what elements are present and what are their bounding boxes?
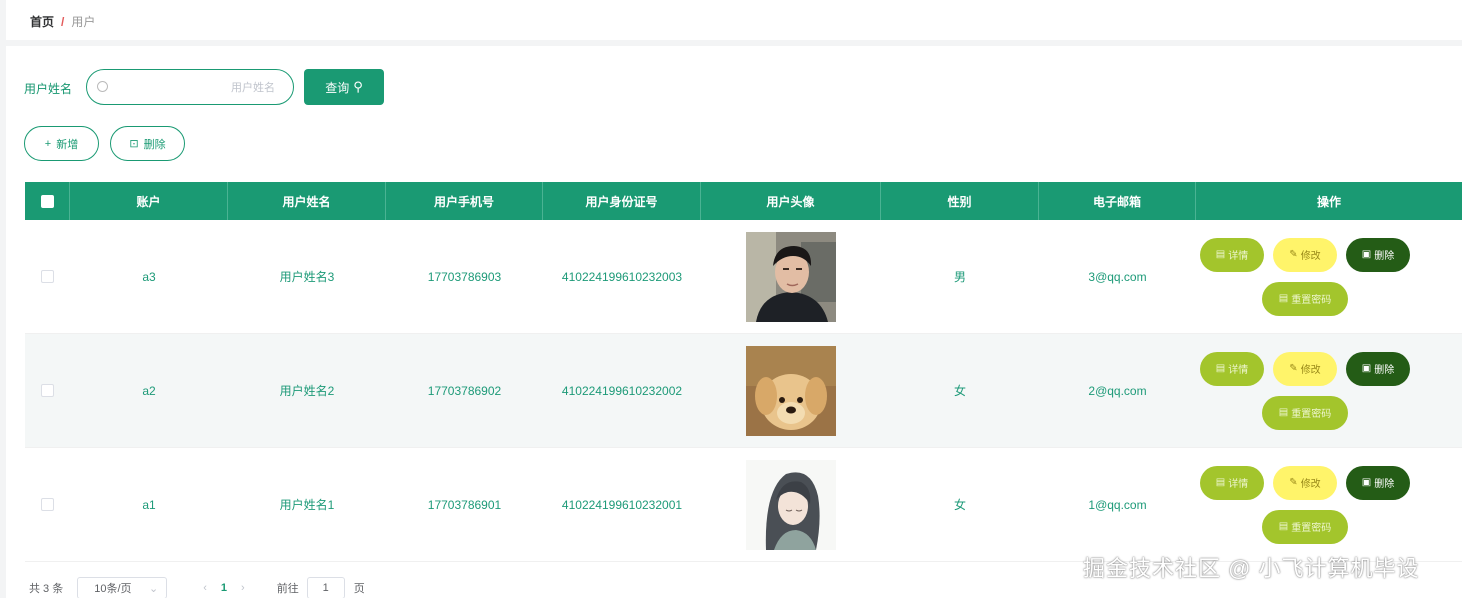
query-button-label: 查询	[325, 80, 350, 95]
email-cell: 3@qq.com	[1088, 269, 1147, 284]
id-card-cell: 410224199610232002	[561, 383, 683, 398]
delete-button[interactable]: ▣ 删除	[1346, 237, 1410, 272]
next-page-icon[interactable]: ›	[241, 582, 245, 594]
edit-button[interactable]: ✎ 修改	[1273, 351, 1337, 386]
key-icon: ▤	[1278, 521, 1289, 532]
search-label: 用户姓名	[24, 82, 73, 96]
phone-cell: 17703786903	[427, 269, 502, 284]
account-cell: a2	[142, 383, 156, 398]
batch-delete-button[interactable]: ⊡ 删除	[110, 126, 185, 161]
key-icon: ▤	[1278, 293, 1289, 304]
account-cell: a1	[142, 497, 156, 512]
avatar-puppy	[746, 345, 836, 436]
column-header: 账户	[70, 182, 228, 220]
gender-cell: 女	[953, 384, 966, 398]
row-checkbox[interactable]	[41, 498, 54, 511]
batch-delete-button-label: 删除	[143, 138, 166, 151]
search-input[interactable]	[115, 78, 275, 98]
page-size-select[interactable]: 10条/页 ⌄	[77, 577, 168, 598]
select-all-checkbox[interactable]	[40, 194, 54, 208]
email-cell: 2@qq.com	[1088, 383, 1147, 398]
plus-icon: +	[44, 137, 52, 150]
reset-password-button[interactable]: ▤ 重置密码	[1262, 281, 1348, 316]
detail-button[interactable]: ▤ 详情	[1200, 237, 1264, 272]
table-header: 账户 用户姓名 用户手机号 用户身份证号 用户头像 性别 电子邮箱 操作	[25, 182, 1462, 220]
add-button[interactable]: + 新增	[24, 126, 99, 161]
name-cell: 用户姓名3	[279, 270, 335, 284]
column-header: 用户头像	[701, 182, 881, 220]
key-icon: ▤	[1278, 407, 1289, 418]
id-card-cell: 410224199610232001	[561, 497, 683, 512]
row-actions: ▤ 详情 ✎ 修改 ▣ 删除 ▤ 重置密码	[1196, 220, 1462, 334]
avatar-anime-girl	[746, 459, 836, 550]
gender-cell: 女	[953, 498, 966, 512]
prev-page-icon[interactable]: ‹	[203, 582, 207, 594]
detail-icon: ▤	[1215, 249, 1226, 260]
name-cell: 用户姓名2	[279, 384, 335, 398]
header-select-all[interactable]	[25, 182, 70, 220]
name-cell: 用户姓名1	[279, 498, 335, 512]
column-header: 性别	[881, 182, 1039, 220]
table-row: a1 用户姓名1 17703786901 410224199610232001 …	[25, 448, 1462, 562]
phone-cell: 17703786902	[427, 383, 502, 398]
row-actions: ▤ 详情 ✎ 修改 ▣ 删除 ▤ 重置密码	[1196, 448, 1462, 562]
page-size-value: 10条/页	[94, 583, 132, 595]
gender-cell: 男	[953, 270, 966, 284]
email-cell: 1@qq.com	[1088, 497, 1147, 512]
watermark: 掘金技术社区 @ 小飞计算机毕设	[1083, 556, 1420, 581]
pencil-icon: ✎	[1289, 249, 1298, 260]
phone-cell: 17703786901	[427, 497, 502, 512]
page-number-current[interactable]: 1	[221, 582, 227, 594]
breadcrumb-home[interactable]: 首页	[30, 15, 54, 29]
table-row: a2 用户姓名2 17703786902 410224199610232002 …	[25, 334, 1462, 448]
id-card-cell: 410224199610232003	[561, 269, 683, 284]
row-checkbox[interactable]	[41, 270, 54, 283]
goto-page-input[interactable]: 1	[306, 577, 345, 598]
query-button[interactable]: 查询 ⚲	[304, 69, 384, 105]
reset-password-button[interactable]: ▤ 重置密码	[1262, 509, 1348, 544]
pencil-icon: ✎	[1289, 363, 1298, 374]
column-header: 操作	[1316, 194, 1341, 209]
edit-button[interactable]: ✎ 修改	[1273, 465, 1337, 500]
trash-icon: ⊡	[129, 138, 139, 150]
detail-button[interactable]: ▤ 详情	[1200, 465, 1264, 500]
add-button-label: 新增	[56, 138, 79, 151]
goto-label: 前往	[276, 583, 299, 595]
column-header: 用户手机号	[386, 182, 543, 220]
pagination: 共 3 条 10条/页 ⌄ ‹ 1 › 前往 1 页	[29, 577, 365, 598]
breadcrumb-separator: /	[61, 15, 65, 29]
detail-button[interactable]: ▤ 详情	[1200, 351, 1264, 386]
pagination-total: 共 3 条	[29, 583, 64, 595]
column-header: 用户身份证号	[543, 182, 701, 220]
page-suffix: 页	[353, 583, 365, 595]
breadcrumb-current: 用户	[71, 15, 96, 29]
account-cell: a3	[142, 269, 156, 284]
detail-icon: ▤	[1215, 477, 1226, 488]
edit-button[interactable]: ✎ 修改	[1273, 237, 1337, 272]
breadcrumb: 首页 / 用户	[30, 13, 95, 30]
trash-icon: ▣	[1361, 477, 1372, 488]
search-field[interactable]	[86, 69, 294, 105]
row-checkbox[interactable]	[41, 384, 54, 397]
top-bar: 首页 / 用户	[6, 0, 1462, 40]
delete-button[interactable]: ▣ 删除	[1346, 351, 1410, 386]
column-header: 用户姓名	[228, 182, 386, 220]
row-actions: ▤ 详情 ✎ 修改 ▣ 删除 ▤ 重置密码	[1196, 334, 1462, 448]
column-header: 电子邮箱	[1039, 182, 1196, 220]
user-table: 账户 用户姓名 用户手机号 用户身份证号 用户头像 性别 电子邮箱 操作 a3 …	[25, 182, 1462, 562]
detail-icon: ▤	[1215, 363, 1226, 374]
pencil-icon: ✎	[1289, 477, 1298, 488]
chevron-down-icon: ⌄	[149, 582, 159, 595]
search-icon: ⚲	[353, 79, 363, 94]
reset-password-button[interactable]: ▤ 重置密码	[1262, 395, 1348, 430]
trash-icon: ▣	[1361, 249, 1372, 260]
avatar-young-man	[746, 231, 836, 322]
search-icon	[97, 81, 108, 92]
delete-button[interactable]: ▣ 删除	[1346, 465, 1410, 500]
table-row: a3 用户姓名3 17703786903 410224199610232003 …	[25, 220, 1462, 334]
trash-icon: ▣	[1361, 363, 1372, 374]
